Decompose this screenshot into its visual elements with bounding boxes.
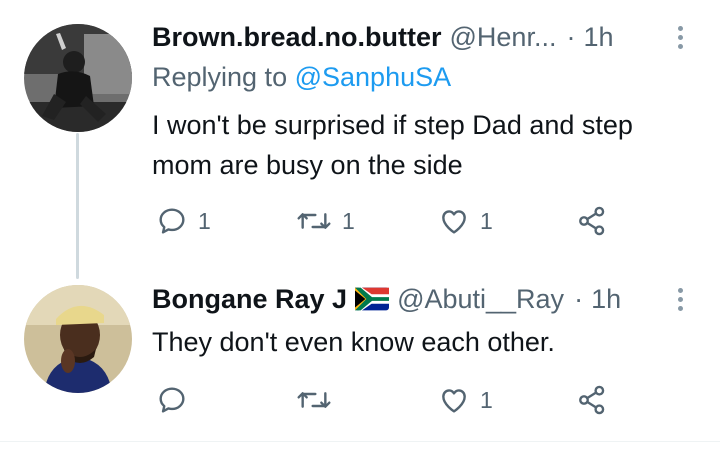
like-button[interactable]: 1: [438, 380, 493, 420]
more-dot: [677, 287, 683, 293]
heart-icon: [442, 389, 466, 413]
retweet-icon: [297, 392, 331, 408]
more-dot: [677, 43, 683, 49]
avatar[interactable]: [24, 285, 132, 393]
tweet-divider: [0, 441, 720, 442]
share-button[interactable]: [576, 380, 608, 420]
tweet-text-line: mom are busy on the side: [152, 150, 463, 180]
display-name[interactable]: Bongane Ray J: [152, 284, 347, 315]
heart-icon: [442, 210, 466, 234]
separator-dot: ·: [574, 283, 584, 314]
tweet-text-line: I won't be surprised if step Dad and ste…: [152, 110, 633, 140]
tweet-text-line: They don't even know each other.: [152, 327, 555, 357]
avatar-photo: [24, 285, 132, 393]
tweet-text: They don't even know each other.: [152, 322, 712, 362]
tweet-actions: 1 1 1: [152, 201, 632, 241]
reply-count: 1: [198, 207, 211, 234]
share-icon: [579, 385, 605, 415]
reply-button[interactable]: 1: [156, 201, 211, 241]
avatar[interactable]: [24, 24, 132, 132]
avatar-photo-bw: [24, 24, 132, 132]
like-count: 1: [480, 207, 493, 234]
retweet-button[interactable]: [296, 380, 332, 420]
share-button[interactable]: [576, 201, 608, 241]
timestamp[interactable]: 1h: [583, 22, 613, 53]
user-handle[interactable]: @Abuti__Ray: [397, 284, 564, 315]
timestamp[interactable]: 1h: [591, 284, 621, 315]
more-dot: [677, 296, 683, 302]
retweet-icon: [297, 213, 331, 229]
reply-icon: [159, 387, 185, 413]
tweet-actions: 1: [152, 380, 632, 420]
more-options-button[interactable]: [668, 17, 692, 57]
like-count: 1: [480, 386, 493, 413]
like-button[interactable]: 1: [438, 201, 493, 241]
more-options-button[interactable]: [668, 279, 692, 319]
reply-icon: [159, 208, 185, 234]
replying-to-label: Replying to: [152, 62, 288, 92]
retweet-count: 1: [342, 207, 355, 234]
thread-connector-line: [76, 133, 79, 279]
replying-to-mention[interactable]: @SanphuSA: [295, 62, 452, 92]
more-dot: [677, 25, 683, 31]
tweet-header: Bongane Ray J @Abuti__Ray · 1h: [152, 279, 621, 319]
tweet-header: Brown.bread.no.butter @Henr... · 1h: [152, 17, 614, 57]
separator-dot: ·: [566, 21, 576, 52]
retweet-button[interactable]: 1: [296, 201, 355, 241]
reply-button[interactable]: [156, 380, 188, 420]
south-africa-flag-icon: [355, 287, 390, 311]
more-dot: [677, 305, 683, 311]
more-dot: [677, 34, 683, 40]
tweet-text: I won't be surprised if step Dad and ste…: [152, 105, 712, 185]
replying-to-line: Replying to @SanphuSA: [152, 62, 451, 93]
user-handle[interactable]: @Henr...: [450, 22, 557, 53]
share-icon: [579, 206, 605, 236]
display-name[interactable]: Brown.bread.no.butter: [152, 22, 442, 53]
